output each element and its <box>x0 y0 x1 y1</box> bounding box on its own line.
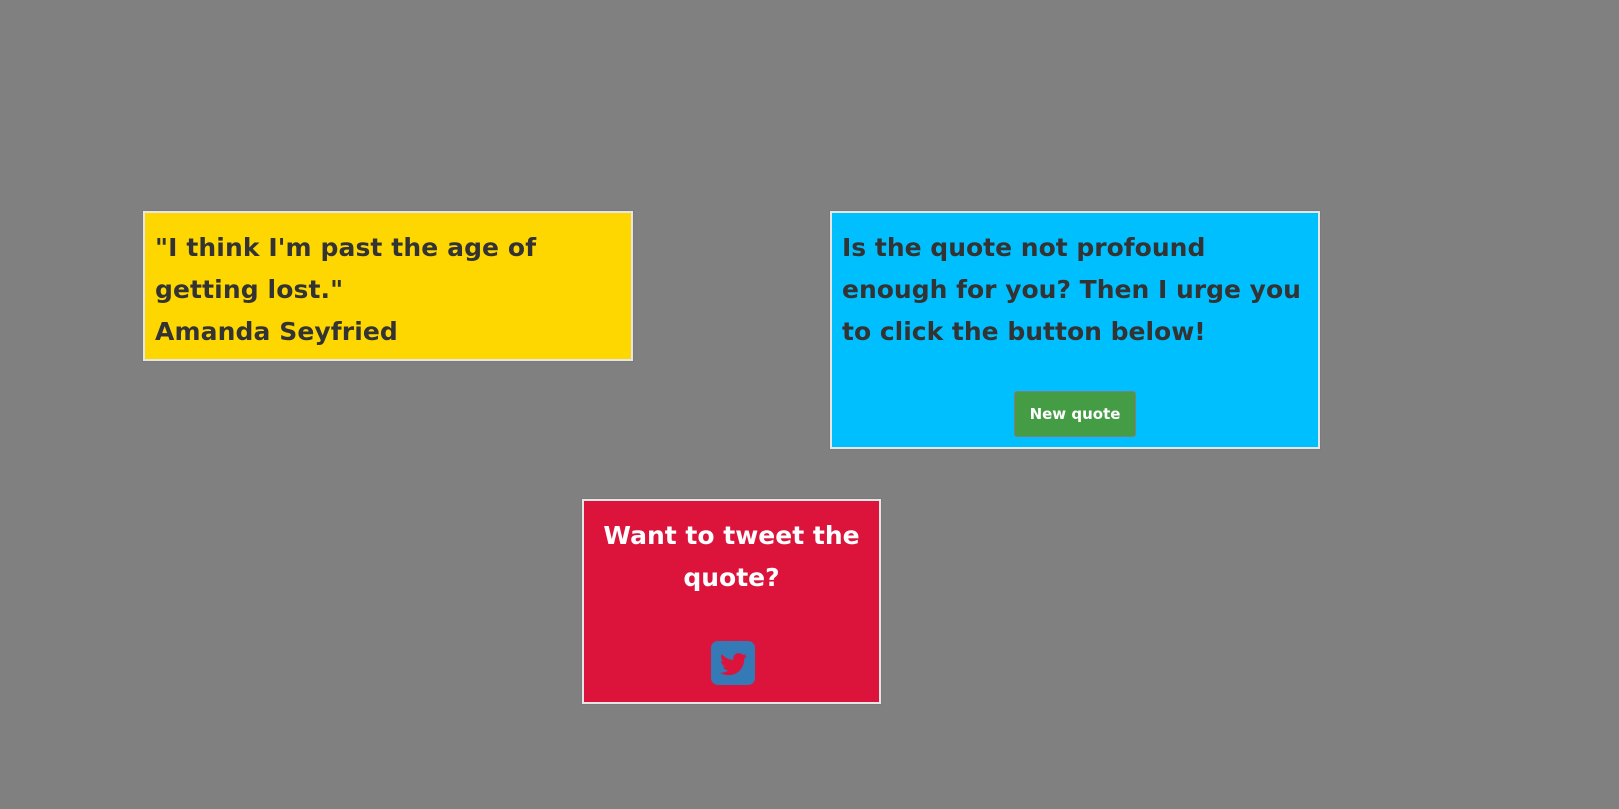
quote-author: Amanda Seyfried <box>155 317 398 346</box>
tweet-card: Want to tweet the quote? <box>582 499 881 704</box>
quote-card: "I think I'm past the age of getting los… <box>143 211 633 361</box>
tweet-prompt: Want to tweet the quote? <box>603 521 860 592</box>
twitter-icon <box>719 652 747 675</box>
new-quote-button[interactable]: New quote <box>1014 391 1136 437</box>
new-quote-prompt: Is the quote not profound enough for you… <box>842 233 1301 346</box>
new-quote-card: Is the quote not profound enough for you… <box>830 211 1320 449</box>
quote-text: "I think I'm past the age of getting los… <box>155 233 537 304</box>
tweet-button[interactable] <box>711 641 755 685</box>
